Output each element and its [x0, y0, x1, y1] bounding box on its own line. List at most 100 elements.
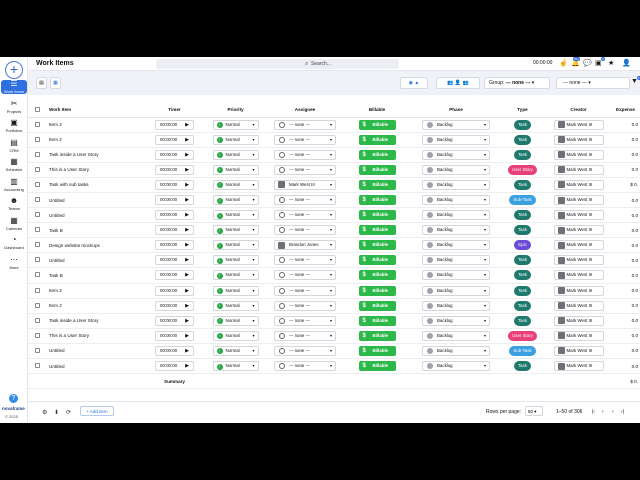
- table-row[interactable]: Task B 00:00:00 ▶ ! Normal ▾ --- none --- ▾ …: [28, 222, 640, 239]
- billable-toggle[interactable]: $ Billable: [358, 361, 396, 372]
- work-item-name[interactable]: Item 2: [46, 117, 147, 133]
- assignee-select[interactable]: --- none --- ▾: [274, 300, 336, 311]
- row-checkbox[interactable]: [34, 212, 40, 218]
- search-input[interactable]: ⌕ Search...: [156, 59, 399, 69]
- type-badge[interactable]: User Story: [508, 330, 537, 341]
- type-badge[interactable]: Task: [513, 300, 532, 311]
- row-checkbox[interactable]: [34, 151, 40, 157]
- row-checkbox[interactable]: [34, 136, 40, 142]
- play-icon[interactable]: ▶: [185, 151, 189, 159]
- phase-select[interactable]: Backlog ▾: [422, 345, 490, 356]
- phase-select[interactable]: Backlog ▾: [422, 361, 490, 372]
- row-checkbox[interactable]: [34, 363, 40, 369]
- type-badge[interactable]: Task: [513, 149, 532, 160]
- play-icon[interactable]: ▶: [185, 121, 189, 129]
- timer-control[interactable]: 00:00:00 ▶: [155, 225, 194, 236]
- table-row[interactable]: Untitled 00:00:00 ▶ ! Normal ▾ --- none ---…: [28, 358, 640, 375]
- filter-select[interactable]: --- none --- ▾: [556, 77, 630, 89]
- play-icon[interactable]: ▶: [185, 241, 189, 249]
- billable-toggle[interactable]: $ Billable: [358, 179, 396, 190]
- sidebar-item-calendar[interactable]: ▦ Calendar: [1, 216, 27, 231]
- work-item-name[interactable]: Untitled: [46, 207, 147, 224]
- phase-select[interactable]: Backlog ▾: [422, 255, 490, 266]
- assignee-select[interactable]: --- none --- ▾: [274, 225, 336, 236]
- phase-select[interactable]: Backlog ▾: [422, 195, 490, 206]
- prev-page-icon[interactable]: ‹: [602, 409, 604, 415]
- sidebar-item-work-items[interactable]: ☰ Work Items: [1, 80, 27, 94]
- phase-select[interactable]: Backlog ▾: [422, 134, 490, 145]
- billable-toggle[interactable]: $ Billable: [358, 330, 396, 341]
- priority-select[interactable]: ! Normal ▾: [212, 119, 259, 130]
- timer-control[interactable]: 00:00:00 ▶: [155, 240, 194, 251]
- billable-toggle[interactable]: $ Billable: [358, 149, 396, 160]
- timer-control[interactable]: 00:00:00 ▶: [155, 210, 194, 221]
- type-badge[interactable]: Task: [513, 270, 532, 281]
- work-item-name[interactable]: Untitled: [46, 358, 147, 375]
- people-filter-icons[interactable]: 👥 👤 👥: [436, 77, 480, 89]
- play-icon[interactable]: ▶: [185, 211, 189, 219]
- phase-select[interactable]: Backlog ▾: [422, 210, 490, 221]
- group-by-select[interactable]: Group: --- none --- ▾: [484, 77, 550, 89]
- row-checkbox[interactable]: [34, 347, 40, 353]
- type-badge[interactable]: Task: [513, 361, 532, 372]
- table-row[interactable]: Item 2 00:00:00 ▶ ! Normal ▾ --- none --- ▾ …: [28, 117, 640, 133]
- row-checkbox[interactable]: [34, 197, 40, 203]
- settings-icon[interactable]: ⚙: [42, 409, 47, 416]
- timer-control[interactable]: 00:00:00 ▶: [155, 149, 194, 160]
- assignee-select[interactable]: --- none --- ▾: [274, 345, 336, 356]
- billable-toggle[interactable]: $ Billable: [358, 240, 396, 251]
- play-icon[interactable]: ▶: [185, 332, 189, 340]
- timer-control[interactable]: 00:00:00 ▶: [155, 195, 194, 206]
- grid-view-icon[interactable]: ▦: [50, 77, 61, 89]
- sidebar-item-crm[interactable]: ▤ CRM: [1, 138, 27, 153]
- phase-select[interactable]: Backlog ▾: [422, 240, 490, 251]
- phase-select[interactable]: Backlog ▾: [422, 225, 490, 236]
- download-icon[interactable]: ⬇: [54, 409, 59, 416]
- list-view-icon[interactable]: ▤: [36, 77, 47, 89]
- assignee-select[interactable]: --- none --- ▾: [274, 134, 336, 145]
- billable-toggle[interactable]: $ Billable: [358, 345, 396, 356]
- chat-icon[interactable]: 💬: [583, 59, 592, 67]
- sidebar-item-projects[interactable]: ✂ Projects: [1, 99, 27, 114]
- priority-select[interactable]: ! Normal ▾: [212, 300, 259, 311]
- column-header[interactable]: Assignee: [269, 103, 341, 118]
- table-row[interactable]: Item 2 00:00:00 ▶ ! Normal ▾ --- none --- ▾ …: [28, 283, 640, 299]
- type-badge[interactable]: Task: [513, 285, 532, 296]
- timer-control[interactable]: 00:00:00 ▶: [155, 119, 194, 130]
- play-icon[interactable]: ▶: [185, 317, 189, 325]
- last-page-icon[interactable]: ›|: [621, 409, 624, 415]
- assignee-select[interactable]: --- none --- ▾: [274, 255, 336, 266]
- column-header[interactable]: Billable: [341, 103, 413, 118]
- work-item-name[interactable]: This is a User Story: [46, 328, 147, 344]
- priority-select[interactable]: ! Normal ▾: [212, 315, 259, 326]
- timer-control[interactable]: 00:00:00 ▶: [155, 361, 194, 372]
- assignee-select[interactable]: --- none --- ▾: [274, 210, 336, 221]
- assignee-select[interactable]: --- none --- ▾: [274, 119, 336, 130]
- row-checkbox[interactable]: [34, 166, 40, 172]
- play-icon[interactable]: ▶: [185, 362, 189, 370]
- table-row[interactable]: Untitled 00:00:00 ▶ ! Normal ▾ --- none ---…: [28, 252, 640, 269]
- assignee-select[interactable]: --- none --- ▾: [274, 149, 336, 160]
- help-icon[interactable]: ?: [9, 394, 18, 403]
- timer-control[interactable]: 00:00:00 ▶: [155, 255, 194, 266]
- table-row[interactable]: Design website mockups 00:00:00 ▶ ! Normal…: [28, 237, 640, 254]
- column-header[interactable]: Creator: [546, 103, 611, 118]
- column-header[interactable]: Work Item: [46, 103, 147, 118]
- type-badge[interactable]: User Story: [508, 164, 537, 175]
- billable-toggle[interactable]: $ Billable: [358, 300, 396, 311]
- priority-select[interactable]: ! Normal ▾: [212, 164, 259, 175]
- play-icon[interactable]: ▶: [185, 271, 189, 279]
- type-badge[interactable]: Task: [513, 134, 532, 145]
- timer-control[interactable]: 00:00:00 ▶: [155, 330, 194, 341]
- row-checkbox[interactable]: [34, 272, 40, 278]
- work-item-name[interactable]: Untitled: [46, 192, 147, 209]
- row-checkbox[interactable]: [34, 257, 40, 263]
- assignee-select[interactable]: --- none --- ▾: [274, 164, 336, 175]
- play-icon[interactable]: ▶: [185, 136, 189, 144]
- phase-select[interactable]: Backlog ▾: [422, 119, 490, 130]
- type-badge[interactable]: Task: [513, 255, 532, 266]
- timer-control[interactable]: 00:00:00 ▶: [155, 300, 194, 311]
- row-checkbox[interactable]: [34, 287, 40, 293]
- timer-control[interactable]: 00:00:00 ▶: [155, 179, 194, 190]
- sidebar-item-accounting[interactable]: ▥ Accounting: [1, 177, 27, 192]
